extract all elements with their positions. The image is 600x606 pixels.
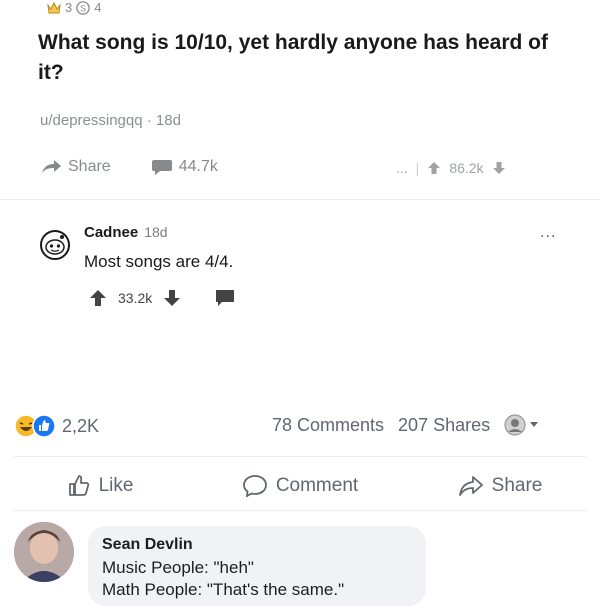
downvote-arrow-icon[interactable] xyxy=(492,161,506,175)
post-actions: Share 44.7k xyxy=(40,158,218,176)
post-author[interactable]: u/depressingqq xyxy=(40,112,143,129)
thumbs-up-icon xyxy=(68,475,89,496)
post-age: 18d xyxy=(155,112,181,129)
post-meta: u/depressingqq · 18d xyxy=(40,112,181,129)
chevron-down-icon xyxy=(530,422,539,427)
share-label: Share xyxy=(491,475,543,496)
comment-icon xyxy=(242,475,267,498)
comment-score: 33.2k xyxy=(118,290,153,306)
comment-age: 18d xyxy=(144,224,168,240)
post-comments-button[interactable]: 44.7k xyxy=(151,158,218,176)
comment-bubble-icon xyxy=(151,160,172,175)
comment-username[interactable]: Cadnee xyxy=(84,224,138,241)
share-icon xyxy=(458,476,483,496)
award-count-coin: 4 xyxy=(94,0,102,15)
audience-selector[interactable] xyxy=(504,414,539,436)
award-count-silver: 3 xyxy=(65,0,73,15)
meta-separator: · xyxy=(146,112,156,129)
comment-button[interactable]: Comment xyxy=(200,474,400,498)
like-reaction-icon xyxy=(32,414,56,438)
comment-votes: 33.2k xyxy=(88,288,236,308)
comment-text: Most songs are 4/4. xyxy=(84,252,234,271)
snoo-avatar-icon[interactable] xyxy=(40,230,70,260)
like-button[interactable]: Like xyxy=(0,474,200,498)
share-label: Share xyxy=(68,158,111,175)
post-share-button[interactable]: Share xyxy=(40,158,111,176)
comment-reply-icon[interactable] xyxy=(214,288,236,308)
reply-text-line1: Music People: "heh" xyxy=(102,558,254,577)
like-label: Like xyxy=(98,475,134,496)
profile-thumbnail-icon xyxy=(504,414,526,436)
share-button[interactable]: Share xyxy=(400,474,600,498)
reactions-count: 2,2K xyxy=(62,415,100,436)
comments-count: 44.7k xyxy=(178,158,218,175)
comments-link[interactable]: 78 Comments xyxy=(272,415,384,436)
comment-downvote-icon[interactable] xyxy=(162,288,182,308)
share-arrow-icon xyxy=(42,160,61,173)
award-row: 3 S 4 xyxy=(46,0,101,15)
post-votes: ... | 86.2k xyxy=(396,160,506,176)
comment-more-button[interactable]: ... xyxy=(540,224,556,242)
silver-award-icon xyxy=(47,1,61,13)
fb-stats: 78 Comments 207 Shares xyxy=(272,414,539,436)
post-upvotes: 86.2k xyxy=(449,160,484,176)
post-title[interactable]: What song is 10/10, yet hardly anyone ha… xyxy=(38,28,558,88)
fb-action-bar: Like Comment Share xyxy=(0,474,600,498)
vote-separator: | xyxy=(415,160,420,176)
divider-fb-top xyxy=(14,456,586,457)
shares-link[interactable]: 207 Shares xyxy=(398,415,490,436)
reply-author[interactable]: Sean Devlin xyxy=(102,536,193,554)
reaction-icons xyxy=(14,414,56,438)
comment-upvote-icon[interactable] xyxy=(88,288,108,308)
post-more-button[interactable]: ... xyxy=(396,160,408,176)
divider-post xyxy=(0,199,600,200)
avatar-photo-icon xyxy=(14,522,74,582)
fb-reactions[interactable]: 2,2K xyxy=(14,414,99,438)
coin-award-icon: S xyxy=(76,0,91,15)
avatar[interactable] xyxy=(14,522,74,582)
comment-label: Comment xyxy=(275,475,359,496)
svg-text:S: S xyxy=(80,3,86,13)
reply-text-line2: Math People: "That's the same." xyxy=(102,580,345,599)
divider-fb-bottom xyxy=(14,510,586,511)
upvote-arrow-icon[interactable] xyxy=(427,161,441,175)
comment-header: Cadnee 18d xyxy=(84,224,168,241)
